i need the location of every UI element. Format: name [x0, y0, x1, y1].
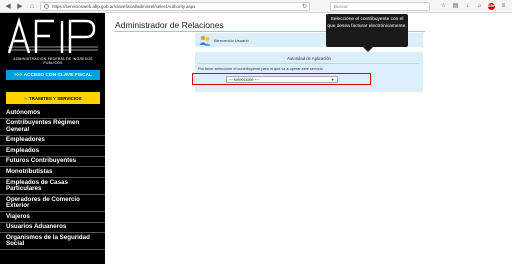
- sidebar-item-casas-particulares[interactable]: Empleados de Casas Particulares: [0, 178, 105, 195]
- sidebar: ADMINISTRACION FEDERAL DE INGRESOS PUBLI…: [0, 13, 105, 264]
- reload-icon[interactable]: ↻: [302, 3, 307, 10]
- users-icon: [199, 35, 211, 46]
- sidebar-item-seguridad-social[interactable]: Organismos de la Seguridad Social: [0, 233, 105, 251]
- sidebar-item-comercio-exterior[interactable]: Operadores de Comercio Exterior: [0, 195, 105, 212]
- afip-logo[interactable]: [6, 17, 100, 57]
- browser-toolbar: ◀ ▶ ⌂ https://serviciosweb.afip.gob.ar/c…: [0, 0, 512, 13]
- select-highlight: --- seleccione --- ▼: [192, 73, 371, 85]
- tramites-button[interactable]: » TRÁMITES Y SERVICIOS: [6, 92, 100, 104]
- contribuyente-select[interactable]: --- seleccione --- ▼: [225, 75, 338, 83]
- authority-panel: Autoridad de Aplicación Por favor selecc…: [195, 52, 423, 92]
- forward-icon[interactable]: ▶: [16, 2, 24, 10]
- adblock-icon[interactable]: ABP: [488, 3, 495, 10]
- logo-subtitle: ADMINISTRACION FEDERAL DE INGRESOS PUBLI…: [13, 57, 93, 65]
- chevron-down-icon: ▼: [330, 76, 335, 82]
- tramites-label: TRÁMITES Y SERVICIOS: [28, 95, 82, 101]
- sidebar-item-empleadores[interactable]: Empleadores: [0, 136, 105, 147]
- menu-icon[interactable]: ≡: [500, 3, 507, 10]
- sidebar-item-viajeros[interactable]: Viajeros: [0, 212, 105, 223]
- panel-title: Autoridad de Aplicación: [287, 56, 331, 61]
- address-bar[interactable]: https://serviciosweb.afip.gob.ar/clavefi…: [40, 2, 310, 11]
- sidebar-item-regimen-general[interactable]: Contribuyentes Régimen General: [0, 119, 105, 136]
- clave-fiscal-button[interactable]: >>> ACCESO CON CLAVE FISCAL: [6, 70, 100, 80]
- site-info-icon[interactable]: [44, 4, 49, 9]
- sidebar-item-empleados[interactable]: Empleados: [0, 146, 105, 157]
- search-input[interactable]: Buscar: [330, 2, 430, 11]
- panel-divider: [199, 63, 419, 64]
- search-placeholder: Buscar: [334, 4, 349, 9]
- sidebar-item-futuros[interactable]: Futuros Contribuyentes: [0, 157, 105, 168]
- home-icon[interactable]: ⌂: [28, 2, 36, 10]
- select-value: --- seleccione ---: [228, 76, 259, 82]
- home-toolbar-icon[interactable]: ⌂: [476, 3, 483, 10]
- bookmarks-icon[interactable]: ▤: [452, 3, 459, 10]
- url-text: https://serviciosweb.afip.gob.ar/clavefi…: [52, 4, 196, 9]
- download-icon[interactable]: ↓: [464, 3, 471, 10]
- sidebar-menu: Autónomos Contribuyentes Régimen General…: [0, 108, 105, 251]
- sidebar-item-monotributistas[interactable]: Monotributistas: [0, 167, 105, 178]
- arrow-icon: »: [24, 95, 27, 101]
- sidebar-item-aduaneros[interactable]: Usuarios Aduaneros: [0, 223, 105, 234]
- panel-instructions: Por favor seleccione el contribuyente pa…: [198, 67, 323, 71]
- back-icon[interactable]: ◀: [4, 2, 12, 10]
- bookmark-star-icon[interactable]: ☆: [440, 3, 447, 10]
- welcome-text: Bienvenido Usuario: [214, 37, 249, 43]
- sidebar-item-autonomos[interactable]: Autónomos: [0, 108, 105, 119]
- page-title: Administrador de Relaciones: [115, 20, 224, 30]
- help-tooltip: Seleccione el contribuyente con el que d…: [326, 14, 408, 52]
